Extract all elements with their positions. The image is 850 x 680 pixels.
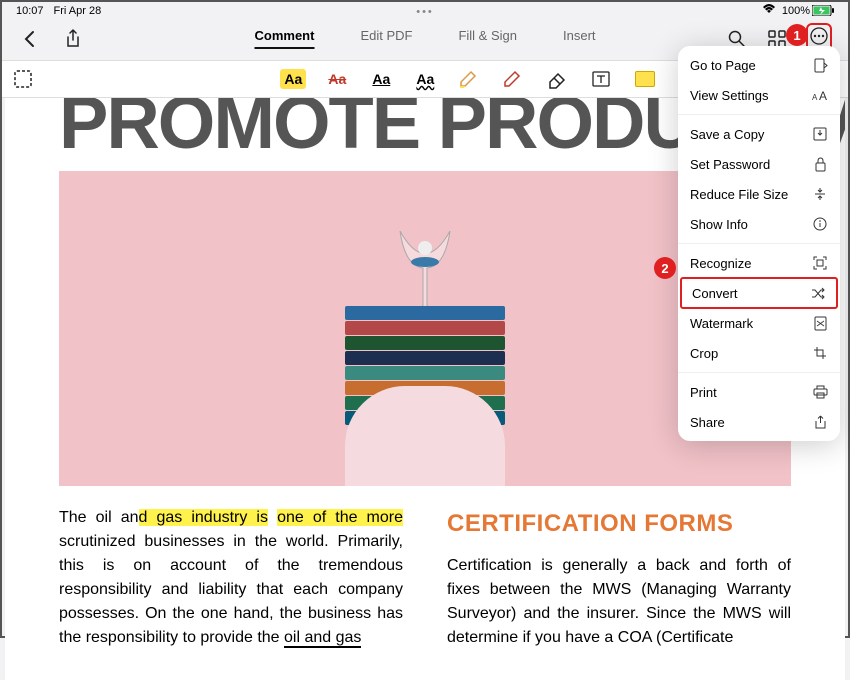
save-icon	[812, 126, 828, 142]
svg-text:A: A	[819, 89, 827, 102]
date: Fri Apr 28	[54, 5, 102, 17]
menu-item-label: View Settings	[690, 88, 769, 103]
menu-convert[interactable]: Convert	[680, 277, 838, 309]
mode-tabs: Comment Edit PDF Fill & Sign Insert	[254, 28, 595, 49]
menu-item-label: Share	[690, 415, 725, 430]
highlighter-pen-tool[interactable]	[455, 66, 483, 92]
watermark-icon	[812, 315, 828, 331]
share-button[interactable]	[62, 28, 84, 50]
menu-print[interactable]: Print	[678, 377, 840, 407]
menu-watermark[interactable]: Watermark	[678, 308, 840, 338]
menu-save-copy[interactable]: Save a Copy	[678, 119, 840, 149]
back-button[interactable]	[18, 28, 40, 50]
text-highlight: d gas industry is	[139, 509, 268, 526]
more-menu: Go to Page View Settings AA Save a Copy …	[678, 46, 840, 441]
menu-crop[interactable]: Crop	[678, 338, 840, 368]
status-bar: 10:07 Fri Apr 28 ••• 100%	[2, 2, 848, 19]
tab-insert[interactable]: Insert	[563, 28, 596, 49]
menu-item-label: Watermark	[690, 316, 753, 331]
section-heading: CERTIFICATION FORMS	[447, 506, 791, 542]
menu-item-label: Recognize	[690, 256, 751, 271]
glass-illustration	[385, 226, 465, 316]
menu-show-info[interactable]: Show Info	[678, 209, 840, 239]
squiggly-tool[interactable]: Aa	[411, 66, 439, 92]
menu-view-settings[interactable]: View Settings AA	[678, 80, 840, 110]
callout-badge-1: 1	[786, 24, 808, 46]
sticky-note-tool[interactable]	[631, 66, 659, 92]
menu-item-label: Reduce File Size	[690, 187, 788, 202]
menu-recognize[interactable]: Recognize	[678, 248, 840, 278]
svg-text:A: A	[812, 93, 818, 102]
page-indicator-dots: •••	[416, 6, 434, 18]
pen-tool[interactable]	[499, 66, 527, 92]
menu-item-label: Go to Page	[690, 58, 756, 73]
menu-set-password[interactable]: Set Password	[678, 149, 840, 179]
menu-item-label: Show Info	[690, 217, 748, 232]
clock: 10:07	[16, 5, 44, 17]
text-underline: oil and gas	[284, 629, 361, 648]
compress-icon	[812, 186, 828, 202]
tab-comment[interactable]: Comment	[254, 28, 314, 49]
menu-item-label: Print	[690, 385, 717, 400]
tab-fill-sign[interactable]: Fill & Sign	[458, 28, 517, 49]
text-highlight: one of the more	[277, 509, 403, 526]
eraser-tool[interactable]	[543, 66, 571, 92]
menu-share[interactable]: Share	[678, 407, 840, 437]
battery-indicator: 100%	[782, 5, 834, 17]
text-box-tool[interactable]	[587, 66, 615, 92]
underline-tool[interactable]: Aa	[367, 66, 395, 92]
crop-icon	[812, 345, 828, 361]
print-icon	[812, 384, 828, 400]
wifi-icon	[762, 4, 776, 17]
body-column-left: The oil and gas industry is one of the m…	[59, 506, 403, 650]
menu-item-label: Convert	[692, 286, 738, 301]
shuffle-icon	[810, 285, 826, 301]
share-icon	[812, 414, 828, 430]
body-column-right: CERTIFICATION FORMS Certification is gen…	[447, 506, 791, 650]
menu-item-label: Save a Copy	[690, 127, 764, 142]
scan-icon	[812, 255, 828, 271]
hand-sock-illustration	[345, 386, 505, 486]
strikethrough-tool[interactable]: Aa	[323, 66, 351, 92]
info-icon	[812, 216, 828, 232]
lock-icon	[812, 156, 828, 172]
selection-tool[interactable]	[12, 68, 34, 90]
callout-badge-2: 2	[654, 257, 676, 279]
text-size-icon: AA	[812, 87, 828, 103]
menu-item-label: Set Password	[690, 157, 770, 172]
menu-go-to-page[interactable]: Go to Page	[678, 50, 840, 80]
highlight-text-tool[interactable]: Aa	[279, 66, 307, 92]
menu-item-label: Crop	[690, 346, 718, 361]
menu-reduce-size[interactable]: Reduce File Size	[678, 179, 840, 209]
goto-icon	[812, 57, 828, 73]
tab-edit-pdf[interactable]: Edit PDF	[360, 28, 412, 49]
